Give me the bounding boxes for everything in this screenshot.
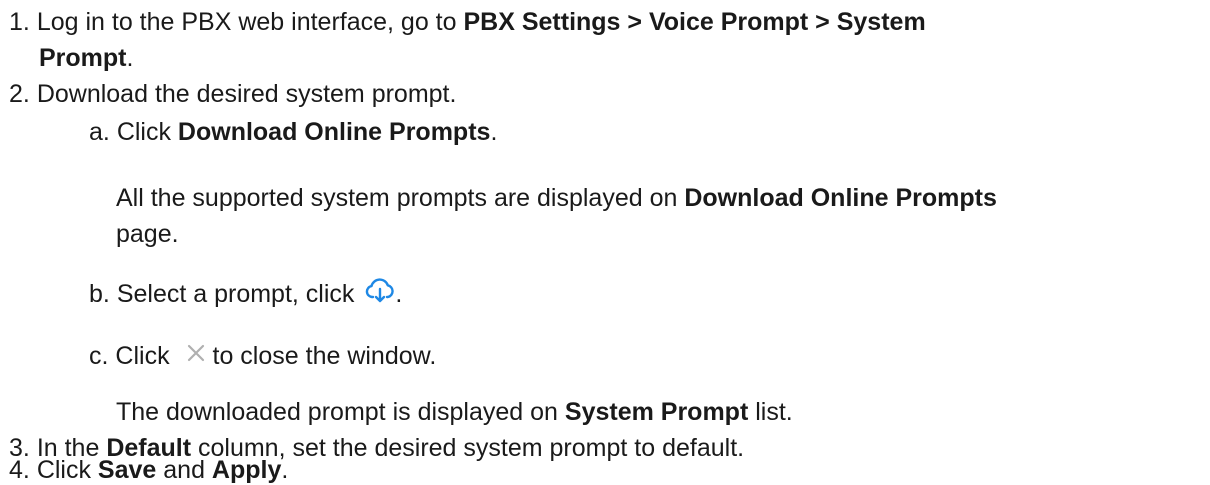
substep-c-label: c. xyxy=(89,342,109,370)
step-4-number: 4. xyxy=(9,456,30,484)
substep-b-period: . xyxy=(395,280,403,308)
substep-a-text: Click xyxy=(116,118,178,146)
substep-a-note: All the supported system prompts are dis… xyxy=(116,184,685,212)
close-icon xyxy=(185,341,207,363)
substep-b-text: Select a prompt, click xyxy=(116,280,362,308)
substep-b-line: b. Select a prompt, click . xyxy=(89,278,403,309)
step-1-number: 1. xyxy=(9,8,30,36)
substep-c-note-text: The downloaded prompt is displayed on xyxy=(116,398,565,426)
step-1-line-1: 1. Log in to the PBX web interface, go t… xyxy=(9,7,926,37)
substep-a-note-end: page. xyxy=(116,220,179,248)
substep-c-text: Click xyxy=(115,342,177,370)
step-1-line-2: Prompt. xyxy=(39,43,133,73)
substep-a-note-line-1: All the supported system prompts are dis… xyxy=(116,183,997,213)
substep-c-note-end: list. xyxy=(748,398,793,426)
step-2-line: 2. Download the desired system prompt. xyxy=(9,79,456,109)
substep-a-label: a. xyxy=(89,118,110,146)
cloud-download-icon xyxy=(365,275,395,305)
substep-a-bold: Download Online Prompts xyxy=(177,118,491,146)
substep-a-line: a. Click Download Online Prompts. xyxy=(89,117,497,147)
step-2-text: Download the desired system prompt. xyxy=(36,80,457,108)
step-1-menu-path: PBX Settings > Voice Prompt > System xyxy=(463,8,926,36)
step-4-and: and xyxy=(156,456,212,484)
substep-a-note-line-2: page. xyxy=(116,219,179,249)
step-1-period: . xyxy=(126,44,134,72)
substep-a-period: . xyxy=(490,118,498,146)
substep-b-label: b. xyxy=(89,280,110,308)
step-4-apply: Apply xyxy=(211,456,282,484)
step-1-menu-path-end: Prompt xyxy=(39,44,127,72)
step-4-line: 4. Click Save and Apply. xyxy=(9,455,288,485)
substep-c-note: The downloaded prompt is displayed on Sy… xyxy=(116,397,793,427)
substep-a-note-bold: Download Online Prompts xyxy=(684,184,997,212)
substep-c-text-end: to close the window. xyxy=(212,342,437,370)
step-2-number: 2. xyxy=(9,80,30,108)
step-1-text: Log in to the PBX web interface, go to xyxy=(36,8,464,36)
step-4-save: Save xyxy=(97,456,157,484)
step-4-text: Click xyxy=(36,456,98,484)
substep-c-note-bold: System Prompt xyxy=(564,398,749,426)
step-4-period: . xyxy=(281,456,289,484)
substep-c-line: c. Click to close the window. xyxy=(89,341,436,371)
